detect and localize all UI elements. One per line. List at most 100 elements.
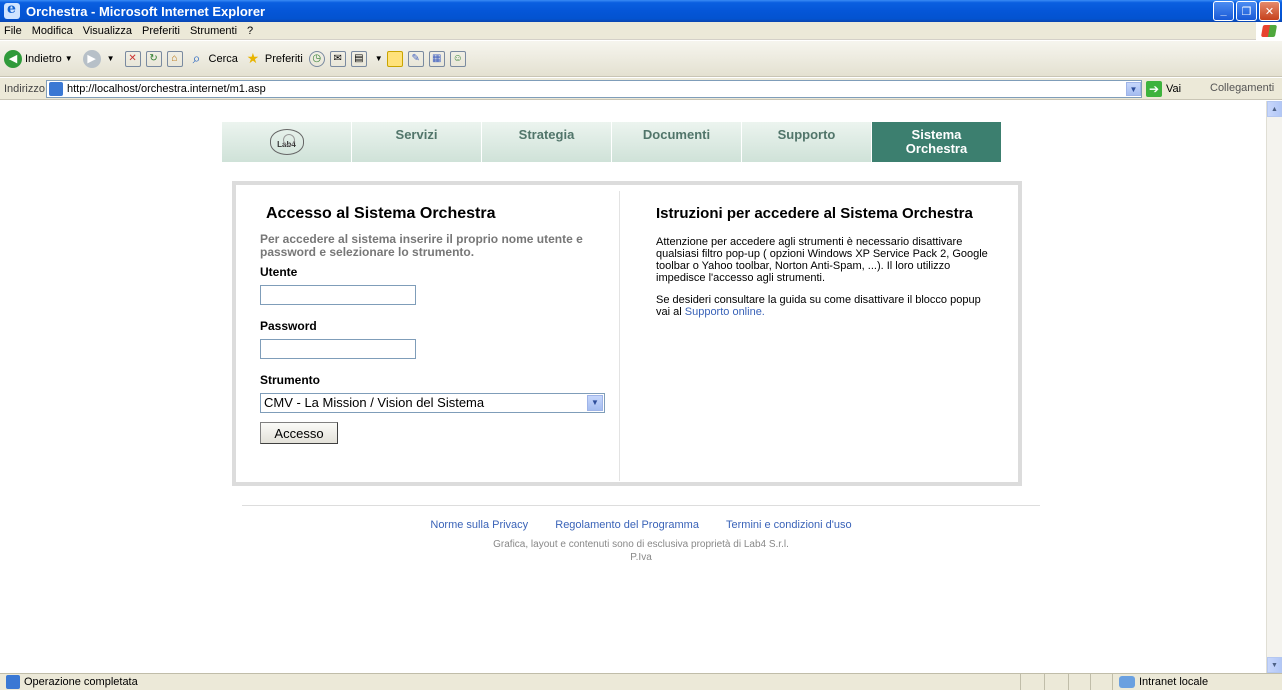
address-label: Indirizzo [4,82,45,95]
search-button[interactable]: ⌕ Cerca [188,50,238,68]
back-arrow-icon: ◀ [4,49,22,68]
stop-icon[interactable]: ✕ [124,50,141,67]
access-button[interactable]: Accesso [260,422,338,444]
tab-strategia[interactable]: Strategia [482,122,612,162]
page-icon [49,82,63,96]
instructions-paragraph-2: Se desideri consultare la guida su come … [656,294,996,318]
forward-button[interactable]: ▶ ▼ [82,49,119,68]
address-bar: Indirizzo http://localhost/orchestra.int… [0,78,1282,100]
address-dropdown-icon[interactable]: ▼ [1126,82,1141,96]
zone-label: Intranet locale [1139,676,1209,688]
tab-documenti[interactable]: Documenti [612,122,742,162]
logo-text: Lab4 [277,140,296,149]
maximize-button[interactable]: ❐ [1236,1,1257,21]
menu-help[interactable]: ? [247,25,253,37]
back-dropdown-icon[interactable]: ▼ [65,54,73,63]
favorites-button[interactable]: ★ Preferiti [244,50,303,68]
refresh-icon[interactable]: ↻ [145,50,162,67]
go-label: Vai [1166,83,1182,95]
links-button[interactable]: Collegamenti [1210,82,1274,94]
chevron-down-icon[interactable]: ▼ [587,395,603,411]
page-content: Lab4 Servizi Strategia Documenti Support… [0,101,1266,673]
vertical-scrollbar[interactable]: ▲ ▼ [1266,101,1282,673]
ie-icon [4,1,20,19]
lab4-logo: Lab4 [269,129,304,155]
discuss-icon[interactable]: ▦ [428,50,445,67]
toolbar: ◀ Indietro ▼ ▶ ▼ ✕ ↻ ⌂ ⌕ Cerca ★ Preferi… [0,41,1282,77]
close-button[interactable]: ✕ [1259,1,1280,21]
menu-preferiti[interactable]: Preferiti [142,25,180,37]
edit-icon[interactable]: ✎ [407,50,424,67]
address-url: http://localhost/orchestra.internet/m1.a… [67,83,266,95]
regulation-link[interactable]: Regolamento del Programma [555,519,699,531]
back-label: Indietro [25,52,62,65]
login-intro: Per accedere al sistema inserire il prop… [260,232,583,259]
status-separator [1044,674,1045,690]
menu-file[interactable]: File [4,25,22,37]
status-page-icon [6,675,20,689]
tab-sistema-orchestra[interactable]: Sistema Orchestra [872,122,1002,162]
menu-modifica[interactable]: Modifica [32,25,73,37]
tool-label: Strumento [260,373,320,387]
window-controls: _ ❐ ✕ [1213,1,1280,21]
home-icon[interactable]: ⌂ [166,50,183,67]
history-icon[interactable]: ◷ [308,50,325,67]
user-input[interactable] [260,285,416,305]
menu-bar: File Modifica Visualizza Preferiti Strum… [0,22,1282,40]
vat-text: P.Iva [630,552,652,563]
support-online-link[interactable]: Supporto online. [685,306,765,318]
terms-link[interactable]: Termini e condizioni d'uso [726,519,852,531]
password-label: Password [260,319,317,333]
footer-divider [242,505,1040,506]
status-separator [1020,674,1021,690]
login-title: Accesso al Sistema Orchestra [266,205,496,222]
scroll-up-icon[interactable]: ▲ [1267,101,1282,117]
folder-icon[interactable] [386,50,403,67]
status-separator [1090,674,1091,690]
forward-dropdown-icon[interactable]: ▼ [107,54,115,63]
login-form: Accesso al Sistema Orchestra Per acceder… [260,205,620,444]
site-nav: Lab4 Servizi Strategia Documenti Support… [222,122,1004,162]
privacy-link[interactable]: Norme sulla Privacy [430,519,528,531]
back-button[interactable]: ◀ Indietro ▼ [4,49,77,68]
tab-sistema-orchestra-label: Sistema Orchestra [905,127,968,156]
login-panel: Accesso al Sistema Orchestra Per acceder… [232,181,1022,486]
star-icon: ★ [246,50,260,66]
security-zone: Intranet locale [1112,674,1208,690]
scroll-down-icon[interactable]: ▼ [1267,657,1282,673]
instructions-paragraph-1: Attenzione per accedere agli strumenti è… [656,236,988,284]
user-label: Utente [260,265,298,279]
tab-supporto[interactable]: Supporto [742,122,872,162]
print-icon[interactable]: ▤ [350,50,367,67]
instructions-section: Istruzioni per accedere al Sistema Orche… [656,205,996,328]
nav-home-logo[interactable]: Lab4 [222,122,352,162]
go-button[interactable]: ➔ Vai [1146,81,1181,97]
status-separator [1068,674,1069,690]
minimize-button[interactable]: _ [1213,1,1234,21]
tool-selected-value: CMV - La Mission / Vision del Sistema [264,395,485,410]
go-arrow-icon: ➔ [1146,81,1162,97]
tab-servizi[interactable]: Servizi [352,122,482,162]
tool-select[interactable]: CMV - La Mission / Vision del Sistema ▼ [260,393,605,413]
menu-visualizza[interactable]: Visualizza [83,25,132,37]
window-title-bar: Orchestra - Microsoft Internet Explorer … [0,0,1282,22]
footer-text: Grafica, layout e contenuti sono di escl… [0,538,1282,564]
mail-icon[interactable]: ✉ [329,50,346,67]
password-input[interactable] [260,339,416,359]
print-dropdown-icon[interactable]: ▼ [375,54,383,63]
windows-logo-icon [1256,22,1282,40]
copyright-text: Grafica, layout e contenuti sono di escl… [493,539,789,550]
status-bar: Operazione completata Intranet locale [0,673,1282,690]
status-text: Operazione completata [24,676,138,688]
footer-links: Norme sulla Privacy Regolamento del Prog… [0,519,1282,531]
search-label: Cerca [208,52,238,65]
messenger-icon[interactable]: ☺ [449,50,466,67]
menu-strumenti[interactable]: Strumenti [190,25,237,37]
address-input[interactable]: http://localhost/orchestra.internet/m1.a… [46,80,1142,98]
instructions-title: Istruzioni per accedere al Sistema Orche… [656,205,973,222]
favorites-label: Preferiti [264,52,303,65]
intranet-icon [1119,676,1135,688]
forward-arrow-icon: ▶ [82,49,101,68]
window-title: Orchestra - Microsoft Internet Explorer [26,3,266,19]
search-icon: ⌕ [192,50,201,66]
